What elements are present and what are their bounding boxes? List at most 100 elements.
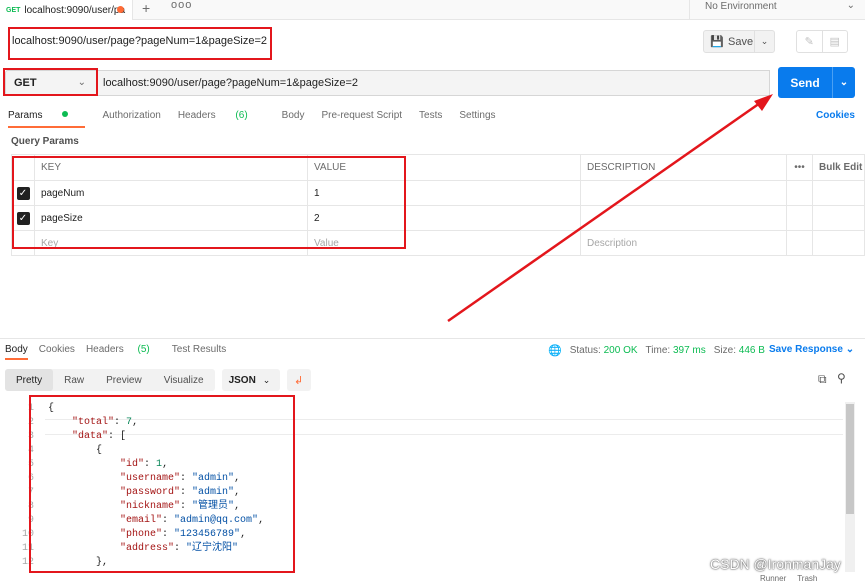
header-checkbox-cell bbox=[11, 154, 35, 181]
time-label: Time: 397 ms bbox=[646, 345, 706, 356]
tab-tests[interactable]: Tests bbox=[419, 110, 442, 121]
code-line: 7 "password": "admin", bbox=[0, 486, 843, 500]
code-token: , bbox=[240, 529, 247, 540]
runner-button[interactable]: Runner bbox=[760, 574, 786, 583]
response-body-editor[interactable]: 1{2 "total": 7, 3 "data": [4 {5 "id": 1, 6… bbox=[0, 402, 843, 572]
tab-settings[interactable]: Settings bbox=[459, 110, 495, 121]
code-token: : bbox=[180, 501, 193, 512]
param-key[interactable]: pageNum bbox=[34, 180, 308, 206]
send-button[interactable]: Send ⌄ bbox=[778, 67, 855, 98]
url-input[interactable]: localhost:9090/user/page?pageNum=1&pageS… bbox=[97, 70, 770, 96]
scrollbar-thumb[interactable] bbox=[846, 404, 854, 514]
tab-headers-count: (6) bbox=[235, 110, 248, 121]
send-label: Send bbox=[790, 75, 820, 90]
line-number: 9 bbox=[27, 515, 34, 526]
format-label: JSON bbox=[228, 374, 256, 386]
code-token: "email" bbox=[120, 515, 163, 526]
chevron-down-icon[interactable]: ⌄ bbox=[832, 67, 855, 98]
row-checkbox[interactable]: ✓ bbox=[11, 205, 35, 231]
code-text: }, bbox=[48, 556, 108, 570]
code-line: 9 "email": "admin@qq.com", bbox=[0, 514, 843, 528]
format-select[interactable]: JSON ⌄ bbox=[221, 369, 280, 391]
row-cell bbox=[812, 205, 865, 231]
response-tabs: Body Cookies Headers (5) Test Results bbox=[5, 344, 237, 360]
globe-icon[interactable]: 🌐 bbox=[548, 344, 562, 357]
param-value[interactable]: 1 bbox=[307, 180, 581, 206]
code-token: "辽宁沈阳" bbox=[186, 543, 239, 554]
view-raw-button[interactable]: Raw bbox=[53, 369, 95, 391]
new-tab-button[interactable]: + bbox=[142, 0, 150, 16]
param-description[interactable] bbox=[580, 180, 787, 206]
params-active-dot-icon bbox=[62, 111, 69, 117]
chevron-down-icon: ⌄ bbox=[846, 0, 855, 11]
tab-response-body[interactable]: Body bbox=[5, 344, 28, 360]
tab-params[interactable]: Params bbox=[8, 110, 86, 128]
request-tab[interactable]: GET localhost:9090/user/pa bbox=[0, 0, 133, 20]
pane-divider[interactable] bbox=[0, 338, 865, 339]
line-number: 7 bbox=[27, 487, 34, 498]
param-key[interactable]: pageSize bbox=[34, 205, 308, 231]
param-value[interactable]: 2 bbox=[307, 205, 581, 231]
code-text: "nickname": "管理员", bbox=[48, 500, 240, 514]
code-token: "管理员" bbox=[192, 501, 235, 512]
code-token: : bbox=[180, 473, 193, 484]
wrap-lines-button[interactable]: ↲ bbox=[286, 369, 311, 391]
chevron-down-icon: ⌄ bbox=[77, 77, 86, 88]
code-token: , bbox=[234, 487, 241, 498]
view-pretty-button[interactable]: Pretty bbox=[5, 369, 54, 391]
code-line: 4 { bbox=[0, 444, 843, 458]
chevron-down-icon[interactable]: ⌄ bbox=[754, 31, 774, 52]
save-button[interactable]: 💾 Save ⌄ bbox=[703, 30, 775, 53]
environment-select[interactable]: No Environment ⌄ bbox=[689, 0, 865, 20]
checkmark-icon: ✓ bbox=[16, 186, 30, 200]
new-description-input[interactable]: Description bbox=[580, 230, 787, 256]
line-number: 5 bbox=[27, 459, 34, 470]
tab-response-headers-count: (5) bbox=[137, 344, 150, 355]
more-tabs-icon[interactable]: ooo bbox=[171, 0, 192, 11]
param-description[interactable] bbox=[580, 205, 787, 231]
column-options-icon[interactable]: ••• bbox=[786, 154, 813, 181]
tab-test-results[interactable]: Test Results bbox=[172, 344, 226, 355]
vertical-scrollbar[interactable] bbox=[845, 402, 855, 572]
tab-prerequest-script[interactable]: Pre-request Script bbox=[321, 110, 402, 121]
tab-method: GET bbox=[6, 6, 21, 14]
row-checkbox[interactable]: ✓ bbox=[11, 180, 35, 206]
view-preview-button[interactable]: Preview bbox=[95, 369, 153, 391]
new-value-input[interactable]: Value bbox=[307, 230, 581, 256]
row-cell bbox=[812, 180, 865, 206]
cookies-link[interactable]: Cookies bbox=[816, 110, 855, 121]
new-key-input[interactable]: Key bbox=[34, 230, 308, 256]
bulk-edit-button[interactable]: Bulk Edit bbox=[812, 154, 865, 181]
tab-headers[interactable]: Headers (6) bbox=[178, 110, 265, 121]
tab-body[interactable]: Body bbox=[282, 110, 305, 121]
request-name[interactable]: localhost:9090/user/page?pageNum=1&pageS… bbox=[12, 35, 267, 47]
code-line: 10 "phone": "123456789", bbox=[0, 528, 843, 542]
documentation-icon[interactable]: ▤ bbox=[823, 31, 848, 52]
line-number: 10 bbox=[21, 529, 34, 540]
method-select[interactable]: GET ⌄ bbox=[5, 70, 97, 96]
save-label: Save bbox=[728, 35, 754, 48]
tab-authorization[interactable]: Authorization bbox=[102, 110, 160, 121]
status-label: Status: 200 OK bbox=[570, 345, 638, 356]
query-params-table: KEY VALUE DESCRIPTION ••• Bulk Edit ✓ pa… bbox=[11, 154, 865, 256]
method-label: GET bbox=[14, 77, 37, 89]
table-row: ✓ pageNum 1 bbox=[11, 180, 865, 206]
status-value: 200 OK bbox=[603, 345, 638, 356]
view-visualize-button[interactable]: Visualize bbox=[153, 369, 215, 391]
code-token: , bbox=[132, 417, 139, 428]
code-token: : [ bbox=[108, 431, 127, 442]
chevron-down-icon: ⌄ bbox=[262, 374, 271, 385]
pencil-icon[interactable]: ✎ bbox=[797, 31, 823, 52]
trash-button[interactable]: Trash bbox=[797, 574, 817, 583]
tab-response-headers[interactable]: Headers (5) bbox=[86, 344, 161, 355]
search-icon[interactable]: ⚲ bbox=[837, 371, 846, 385]
code-token: , bbox=[162, 459, 169, 470]
save-response-button[interactable]: Save Response ⌄ bbox=[769, 344, 854, 355]
tab-response-cookies[interactable]: Cookies bbox=[39, 344, 75, 355]
copy-icon[interactable]: ⧉ bbox=[818, 372, 827, 387]
size-value: 446 B bbox=[738, 345, 765, 356]
